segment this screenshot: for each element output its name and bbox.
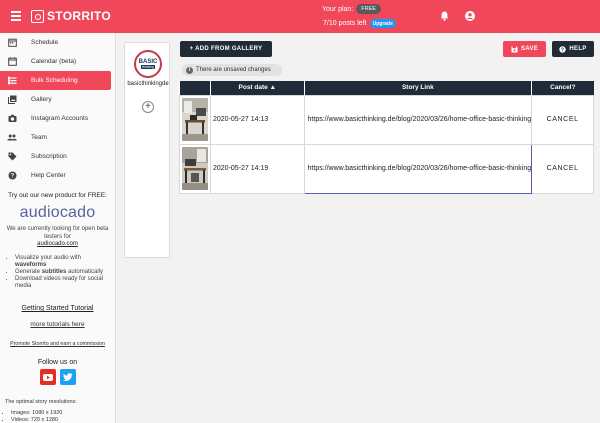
follow-us-label: Follow us on [37, 359, 78, 366]
getting-started-link[interactable]: Getting Started Tutorial [0, 305, 115, 312]
sidebar-item-label: Subscription [31, 153, 67, 160]
account-circle-icon[interactable] [465, 11, 475, 21]
posts-left-info: 7/10 posts left Upgrade [323, 19, 396, 28]
sidebar-item-subscription[interactable]: Subscription [0, 147, 115, 166]
brand-name: STORRITO [47, 9, 111, 23]
resolutions-list: Images: 1080 x 1920 Videos: 720 x 1280 [11, 410, 115, 423]
bell-icon[interactable] [440, 11, 449, 21]
sidebar-item-label: Team [31, 134, 47, 141]
sidebar-item-label: Schedule [31, 39, 59, 46]
cancel-button[interactable]: CANCEL [531, 94, 594, 145]
promo-title: Try out our new product for FREE: [8, 192, 107, 199]
top-bar: STORRITO Your plan: FREE 7/10 posts left… [0, 0, 600, 33]
sidebar-item-help-center[interactable]: ? Help Center [0, 166, 115, 185]
twitter-icon[interactable] [59, 369, 76, 385]
more-tutorials-link[interactable]: more tutorials here [0, 321, 115, 328]
save-button[interactable]: SAVE [503, 41, 546, 57]
account-name: basicthinkingde [127, 81, 169, 87]
story-link-cell[interactable]: https://www.basicthinking.de/blog/2020/0… [303, 143, 533, 194]
menu-icon[interactable] [11, 11, 21, 21]
table-row: 2020-05-27 14:13 https://www.basicthinki… [179, 94, 594, 145]
add-from-gallery-button[interactable]: + ADD FROM GALLERY [180, 41, 272, 57]
audiocado-link[interactable]: audiocado.com [0, 241, 115, 247]
promote-link[interactable]: Promote Storrito and earn a commission [0, 341, 115, 347]
posts-left-text: 7/10 posts left [323, 20, 367, 27]
avatar-logo-subtext: thinking [140, 65, 156, 69]
team-icon [7, 133, 17, 143]
promo-feature-list: Visualize your audio with waveforms Gene… [15, 255, 115, 290]
svg-text:?: ? [10, 174, 14, 180]
sidebar-item-label: Gallery [31, 96, 52, 103]
plan-badge: FREE [356, 4, 381, 14]
sidebar-item-calendar[interactable]: Calendar (beta) [0, 52, 115, 71]
calendar-icon [7, 57, 17, 67]
list-icon [7, 76, 17, 86]
sidebar-item-label: Calendar (beta) [31, 58, 77, 65]
account-selector-card: BASIC thinking basicthinkingde + [124, 42, 170, 258]
youtube-icon[interactable] [39, 369, 56, 385]
promo-text: We are currently looking for open beta t… [6, 226, 109, 240]
info-icon: i [186, 66, 193, 74]
list-item: Videos: 720 x 1280 [11, 417, 115, 423]
help-label: HELP [569, 46, 587, 52]
schedule-icon [7, 38, 17, 48]
sidebar-item-label: Instagram Accounts [31, 115, 89, 122]
plan-info: Your plan: FREE [322, 4, 381, 14]
list-item: Visualize your audio with waveforms [15, 255, 111, 269]
sidebar-item-instagram-accounts[interactable]: Instagram Accounts [0, 109, 115, 128]
sidebar-item-label: Bulk Scheduling [31, 77, 78, 84]
help-icon: ? [7, 171, 17, 181]
svg-text:?: ? [561, 47, 564, 53]
column-header-thumbnail [179, 81, 211, 95]
post-date-cell[interactable]: 2020-05-27 14:19 [210, 143, 305, 194]
unsaved-changes-chip: i There are unsaved changes [182, 64, 282, 76]
sidebar-item-schedule[interactable]: Schedule [0, 33, 115, 52]
list-item: Download videos ready for social media [15, 276, 111, 290]
upgrade-button[interactable]: Upgrade [369, 19, 396, 28]
add-account-icon[interactable]: + [142, 101, 154, 113]
social-links [0, 369, 115, 385]
plan-label: Your plan: [322, 5, 354, 13]
column-header-cancel: Cancel? [531, 81, 594, 95]
table-header-row: Post date ▲ Story Link Cancel? [179, 81, 594, 95]
sidebar-item-label: Help Center [31, 172, 66, 179]
sidebar: Schedule Calendar (beta) Bulk Scheduling… [0, 33, 116, 423]
storrito-logo-icon [31, 9, 44, 23]
unsaved-changes-text: There are unsaved changes [196, 67, 271, 73]
cancel-button[interactable]: CANCEL [531, 143, 594, 194]
avatar[interactable]: BASIC thinking [134, 50, 162, 78]
sidebar-item-gallery[interactable]: Gallery [0, 90, 115, 109]
column-header-story-link: Story Link [304, 81, 533, 95]
story-thumbnail[interactable] [182, 98, 208, 141]
save-label: SAVE [520, 46, 539, 52]
camera-icon [7, 114, 17, 124]
brand-logo[interactable]: STORRITO [31, 9, 111, 23]
save-icon [511, 46, 518, 52]
help-button[interactable]: ? HELP [552, 41, 594, 57]
bulk-schedule-table: Post date ▲ Story Link Cancel? 2020-05-2… [179, 81, 594, 194]
tag-icon [7, 152, 17, 162]
sidebar-item-bulk-scheduling[interactable]: Bulk Scheduling [0, 71, 111, 90]
gallery-icon [7, 95, 17, 105]
sidebar-item-team[interactable]: Team [0, 128, 115, 147]
audiocado-logo[interactable]: audiocado [0, 204, 115, 222]
list-item: Generate subtitles automatically [15, 269, 111, 276]
table-row: 2020-05-27 14:19 https://www.basicthinki… [179, 143, 594, 194]
column-header-post-date[interactable]: Post date ▲ [210, 81, 305, 95]
resolutions-title: The optimal story resolutions: [5, 399, 77, 405]
story-link-cell[interactable]: https://www.basicthinking.de/blog/2020/0… [303, 94, 533, 145]
story-thumbnail[interactable] [182, 147, 208, 190]
help-icon: ? [559, 45, 567, 53]
post-date-cell[interactable]: 2020-05-27 14:13 [210, 94, 305, 145]
